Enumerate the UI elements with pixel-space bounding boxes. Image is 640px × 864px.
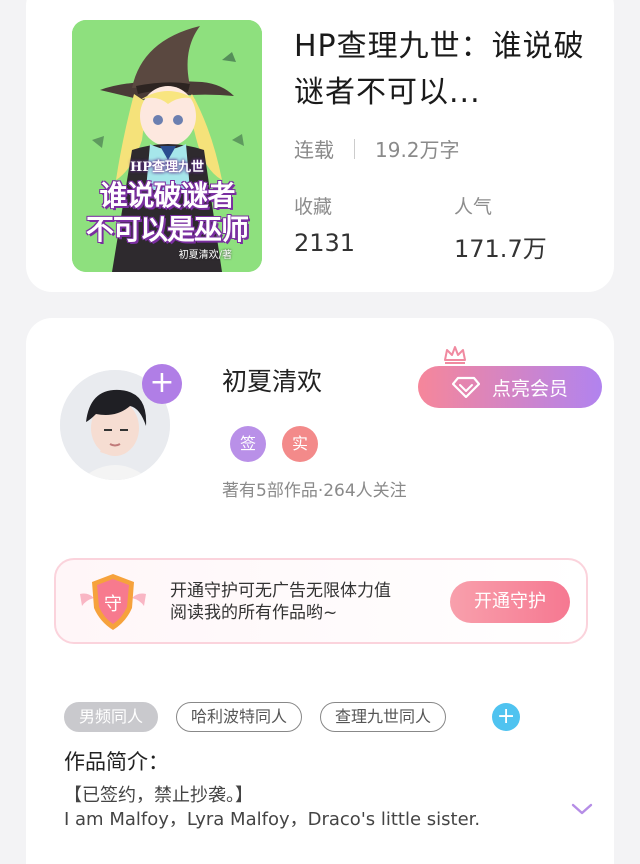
verified-badge: 实 (282, 426, 318, 462)
author-card: + 初夏清欢 签 实 著有5部作品·264人关注 点亮会员 守 开通守护可无广告… (26, 318, 614, 864)
book-title: HP查理九世：谁说破谜者不可以... (294, 29, 585, 110)
favorites-value: 2131 (294, 229, 356, 257)
guard-icon-text: 守 (104, 594, 122, 615)
add-tag-button[interactable]: + (492, 703, 521, 731)
popularity-value: 171.7万 (454, 235, 547, 263)
tag-item[interactable]: 男频同人 (64, 702, 159, 732)
intro-line1: 【已签约，禁止抄袭。】 (64, 785, 253, 806)
tag-item[interactable]: 哈利波特同人 (176, 702, 303, 732)
intro-title: 作品简介： (64, 750, 169, 774)
cover-author-text: 初夏清欢/著 (178, 250, 232, 261)
intro-text: 【已签约，禁止抄袭。】 I am Malfoy，Lyra Malfoy，Drac… (64, 784, 544, 832)
chevron-down-icon[interactable] (570, 802, 594, 816)
author-stats: 著有5部作品·264人关注 (222, 481, 407, 501)
guard-description: 开通守护可无广告无限体力值 阅读我的所有作品哟~ (170, 580, 391, 624)
follow-author-button[interactable]: + (142, 364, 182, 404)
crown-icon (444, 346, 466, 364)
guard-shield-icon: 守 (80, 574, 146, 630)
vip-membership-button[interactable]: 点亮会员 (418, 366, 602, 408)
tag-item[interactable]: 查理九世同人 (320, 702, 447, 732)
intro-line2: I am Malfoy，Lyra Malfoy，Draco's little s… (64, 809, 481, 830)
cover-series-text: HP查理九世 (129, 160, 205, 175)
author-name: 初夏清欢 (222, 367, 323, 396)
book-word-count: 19.2万字 (375, 138, 460, 162)
book-meta: 连载 19.2万字 (294, 134, 460, 163)
guard-banner: 守 开通守护可无广告无限体力值 阅读我的所有作品哟~ 开通守护 (54, 558, 588, 644)
cover-title-line2: 不可以是巫师 (85, 213, 249, 246)
signed-badge: 签 (230, 426, 266, 462)
guard-line2: 阅读我的所有作品哟~ (170, 603, 338, 623)
tag-list: 男频同人 哈利波特同人 查理九世同人 + (64, 702, 521, 732)
open-guard-button[interactable]: 开通守护 (450, 581, 570, 623)
book-status: 连载 (294, 138, 334, 162)
favorites-stat: 收藏 2131 (294, 192, 355, 257)
popularity-stat: 人气 171.7万 (454, 192, 547, 264)
book-cover[interactable]: HP查理九世 谁说破谜者 不可以是巫师 初夏清欢/著 (72, 20, 262, 272)
popularity-label: 人气 (454, 196, 493, 218)
book-info-card: HP查理九世 谁说破谜者 不可以是巫师 初夏清欢/著 HP查理九世：谁说破谜者不… (26, 0, 614, 292)
guard-line1: 开通守护可无广告无限体力值 (170, 581, 391, 601)
meta-divider (354, 138, 355, 159)
diamond-icon (451, 376, 480, 398)
favorites-label: 收藏 (294, 196, 333, 218)
vip-button-label: 点亮会员 (491, 377, 568, 400)
